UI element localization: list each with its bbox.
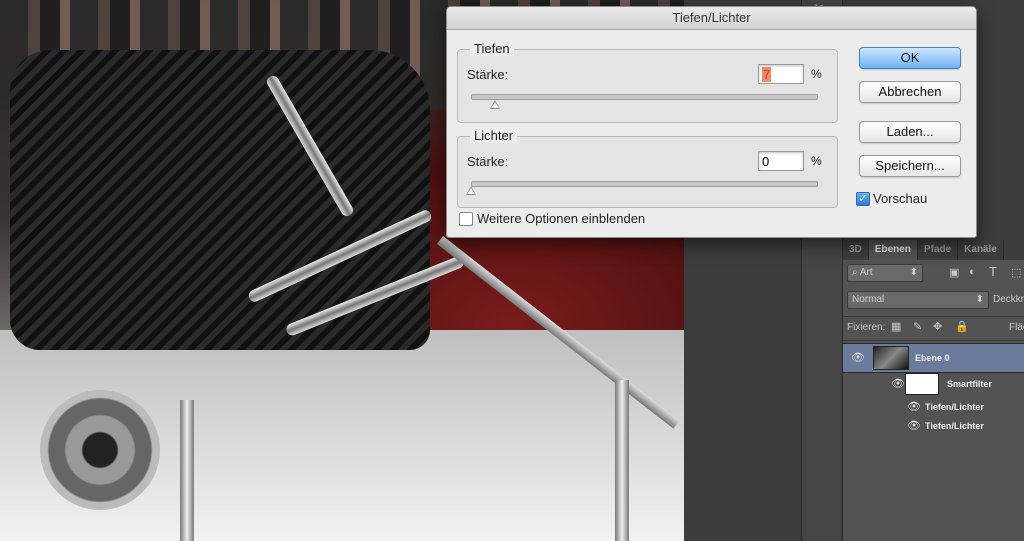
filter-item[interactable]: Tiefen/Lichter (925, 402, 984, 412)
divider (843, 316, 1024, 317)
lichter-slider-thumb[interactable] (466, 186, 476, 195)
smartfilter-mask-thumbnail[interactable] (905, 373, 939, 395)
lock-transparent-icon[interactable]: ▦ (891, 320, 901, 333)
tab-pfade[interactable]: Pfade (918, 240, 959, 260)
tab-kanaele[interactable]: Kanäle (958, 240, 1004, 260)
shadows-highlights-dialog: Tiefen/Lichter Tiefen Stärke: 7 % Lichte… (446, 6, 977, 238)
type-filter-icon[interactable]: T (989, 264, 997, 279)
tiefen-strength-input[interactable]: 7 (758, 64, 804, 84)
tiefen-slider-track[interactable] (471, 94, 818, 100)
cancel-button[interactable]: Abbrechen (859, 81, 961, 103)
more-options-label[interactable]: Weitere Optionen einblenden (477, 211, 645, 226)
more-options-checkbox[interactable] (459, 212, 473, 226)
filter-visibility-icon[interactable]: 👁 (907, 419, 921, 432)
layers-tabs: 3D Ebenen Pfade Kanäle (843, 240, 1024, 260)
kind-filter-select[interactable]: ⌕ Art ⬍ (847, 264, 923, 282)
lichter-strength-value: 0 (762, 154, 770, 169)
layer-thumbnail (873, 346, 909, 370)
tiefen-strength-label: Stärke: (467, 67, 509, 82)
tiefen-group-title: Tiefen (470, 41, 514, 56)
load-button[interactable]: Laden... (859, 121, 961, 143)
divider (843, 340, 1024, 341)
layer-name[interactable]: Ebene 0 (915, 353, 950, 363)
visibility-eye-icon[interactable]: 👁 (851, 351, 865, 364)
shape-filter-icon[interactable]: ⬚ (1011, 266, 1021, 279)
layer-row-ebene-0[interactable]: 👁 Ebene 0 (843, 343, 1024, 373)
tiefen-slider-thumb[interactable] (490, 100, 501, 109)
photo-post (615, 380, 629, 541)
lock-label: Fixieren: (847, 322, 886, 333)
smartfilter-visibility-icon[interactable]: 👁 (891, 377, 905, 390)
lock-move-icon[interactable]: ✥ (933, 320, 942, 333)
blend-mode-value: Normal (852, 294, 885, 305)
photo-turbo (40, 390, 160, 510)
search-icon: ⌕ (852, 267, 860, 278)
blend-mode-select[interactable]: Normal ⬍ (847, 291, 989, 309)
lichter-group-title: Lichter (470, 128, 518, 143)
image-filter-icon[interactable]: ▣ (949, 266, 959, 279)
tab-ebenen[interactable]: Ebenen (868, 240, 918, 260)
preview-label[interactable]: Vorschau (873, 191, 927, 206)
lichter-group: Lichter Stärke: 0 % (457, 128, 838, 208)
fill-label: Fläc (1009, 322, 1024, 333)
preview-checkbox[interactable]: ✓ (856, 192, 870, 206)
photo-post (180, 400, 194, 541)
lichter-slider-track[interactable] (471, 181, 818, 187)
chevron-down-icon: ⬍ (975, 294, 984, 305)
tiefen-unit: % (811, 67, 822, 81)
kind-filter-value: Art (859, 267, 873, 278)
tiefen-group: Tiefen Stärke: 7 % (457, 41, 838, 123)
tab-3d[interactable]: 3D (843, 240, 869, 260)
lock-paint-icon[interactable]: ✎ (913, 320, 922, 333)
dialog-title[interactable]: Tiefen/Lichter (447, 7, 976, 30)
save-button[interactable]: Speichern... (859, 155, 961, 177)
lichter-unit: % (811, 154, 822, 168)
filter-item[interactable]: Tiefen/Lichter (925, 421, 984, 431)
adjustment-filter-icon[interactable]: ◐ (969, 266, 976, 278)
ok-button[interactable]: OK (859, 47, 961, 69)
chevron-down-icon: ⬍ (909, 267, 918, 278)
opacity-label: Deckkr (993, 294, 1024, 305)
lichter-strength-label: Stärke: (467, 154, 509, 169)
tiefen-strength-value: 7 (762, 67, 772, 82)
lichter-strength-input[interactable]: 0 (758, 151, 804, 171)
layers-panel: 3D Ebenen Pfade Kanäle ⌕ Art ⬍ ▣ ◐ T ⬚ N… (842, 240, 1024, 541)
filter-visibility-icon[interactable]: 👁 (907, 400, 921, 413)
smartfilter-label: Smartfilter (947, 379, 993, 389)
lock-all-icon[interactable]: 🔒 (955, 320, 969, 333)
